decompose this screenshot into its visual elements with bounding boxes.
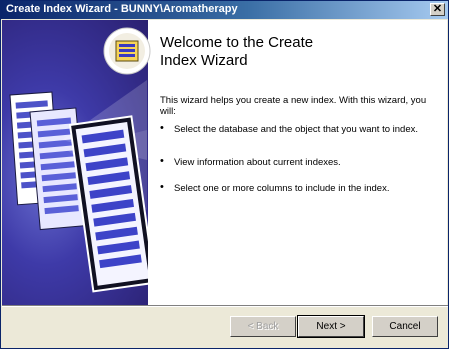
content-panel: Welcome to the Create Index Wizard This … [103, 20, 447, 305]
wizard-icon [103, 27, 151, 75]
window-title: Create Index Wizard - BUNNY\Aromatherapy [6, 3, 238, 15]
bullet-text: View information about current indexes. [174, 157, 341, 168]
bullet-text: Select the database and the object that … [174, 124, 419, 135]
bullet-dot: • [160, 122, 164, 134]
back-button[interactable]: < Back [230, 316, 296, 337]
wizard-window: Create Index Wizard - BUNNY\Aromatherapy… [0, 0, 449, 349]
intro-text: This wizard helps you create a new index… [160, 95, 427, 117]
close-button[interactable]: ✕ [430, 3, 445, 16]
bullet-dot: • [160, 181, 164, 193]
bullet-text: Select one or more columns to include in… [174, 183, 390, 194]
next-button[interactable]: Next > [297, 315, 365, 338]
bullet-dot: • [160, 155, 164, 167]
close-icon: ✕ [432, 3, 443, 15]
page-title: Welcome to the Create Index Wizard [160, 34, 430, 70]
title-bar[interactable]: Create Index Wizard - BUNNY\Aromatherapy… [1, 1, 448, 19]
button-separator [2, 305, 448, 307]
cancel-button[interactable]: Cancel [372, 316, 438, 337]
page-title-line2: Index Wizard [160, 52, 248, 69]
page-title-line1: Welcome to the Create [160, 34, 314, 51]
